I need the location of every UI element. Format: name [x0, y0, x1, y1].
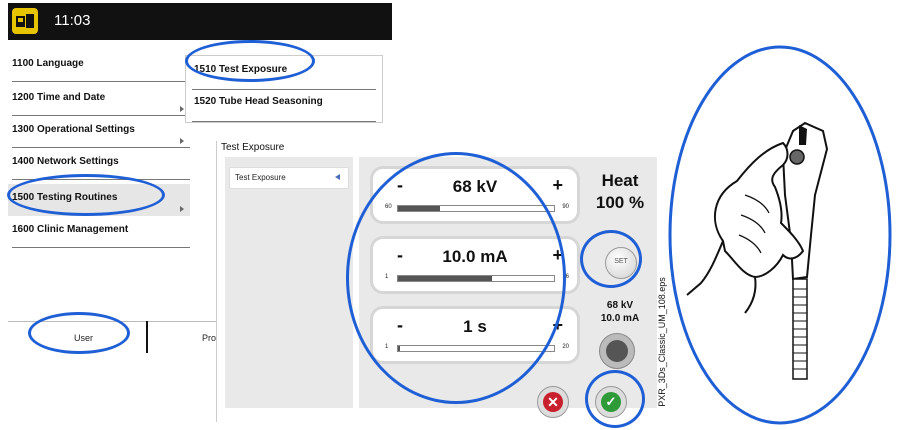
highlight-ring [585, 370, 645, 428]
top-bar: 11:03 [8, 3, 392, 40]
chevron-right-icon [180, 138, 184, 144]
submenu-item-tube-head-seasoning[interactable]: 1520 Tube Head Seasoning [186, 90, 382, 122]
menu-item-label: 1200 Time and Date [12, 92, 106, 103]
menu-item-label: 1400 Network Settings [12, 156, 119, 167]
dialog-title: Test Exposure [221, 142, 285, 153]
kv-increase-button[interactable]: + [552, 175, 563, 196]
kv-max: 90 [562, 204, 569, 210]
menu-item-clinic-management[interactable]: 1600 Clinic Management [8, 216, 190, 248]
figure-caption: PXR_3Ds_Classic_UM_108.eps [652, 265, 667, 425]
summary-kv: 68 kV [606, 300, 634, 311]
menu-item-time-and-date[interactable]: 1200 Time and Date [8, 84, 190, 116]
chevron-right-icon [180, 106, 184, 112]
heat-label: Heat [601, 171, 639, 190]
chevron-left-icon [335, 174, 340, 180]
menu-item-label: 1100 Language [12, 58, 84, 69]
chevron-right-icon [180, 206, 184, 212]
highlight-ring [7, 174, 165, 216]
menu-item-language[interactable]: 1100 Language [8, 50, 190, 82]
menu-item-label: 1300 Operational Settings [12, 124, 135, 135]
list-item-test-exposure[interactable]: Test Exposure [229, 167, 349, 189]
highlight-ring [185, 40, 315, 82]
exposure-status-light-icon [599, 333, 635, 369]
dialog-list-panel: Test Exposure [225, 157, 353, 408]
time-max: 20 [562, 344, 569, 350]
highlight-ring [580, 230, 642, 288]
summary-ma: 10.0 mA [600, 313, 640, 324]
menu-item-label: 1600 Clinic Management [12, 224, 129, 235]
hand-exposure-switch-illustration [668, 45, 892, 425]
close-icon: ✕ [543, 392, 563, 412]
cancel-button[interactable]: ✕ [537, 386, 569, 418]
highlight-ring [28, 312, 130, 354]
tab-prog[interactable]: Prog [148, 321, 218, 354]
home-logo-icon[interactable] [12, 8, 38, 34]
menu-item-operational-settings[interactable]: 1300 Operational Settings [8, 116, 190, 148]
clock-time: 11:03 [54, 12, 91, 29]
list-item-label: Test Exposure [235, 173, 286, 182]
heat-value: 100 % [595, 193, 645, 212]
highlight-ring [346, 152, 566, 404]
submenu-item-label: 1520 Tube Head Seasoning [194, 96, 323, 107]
